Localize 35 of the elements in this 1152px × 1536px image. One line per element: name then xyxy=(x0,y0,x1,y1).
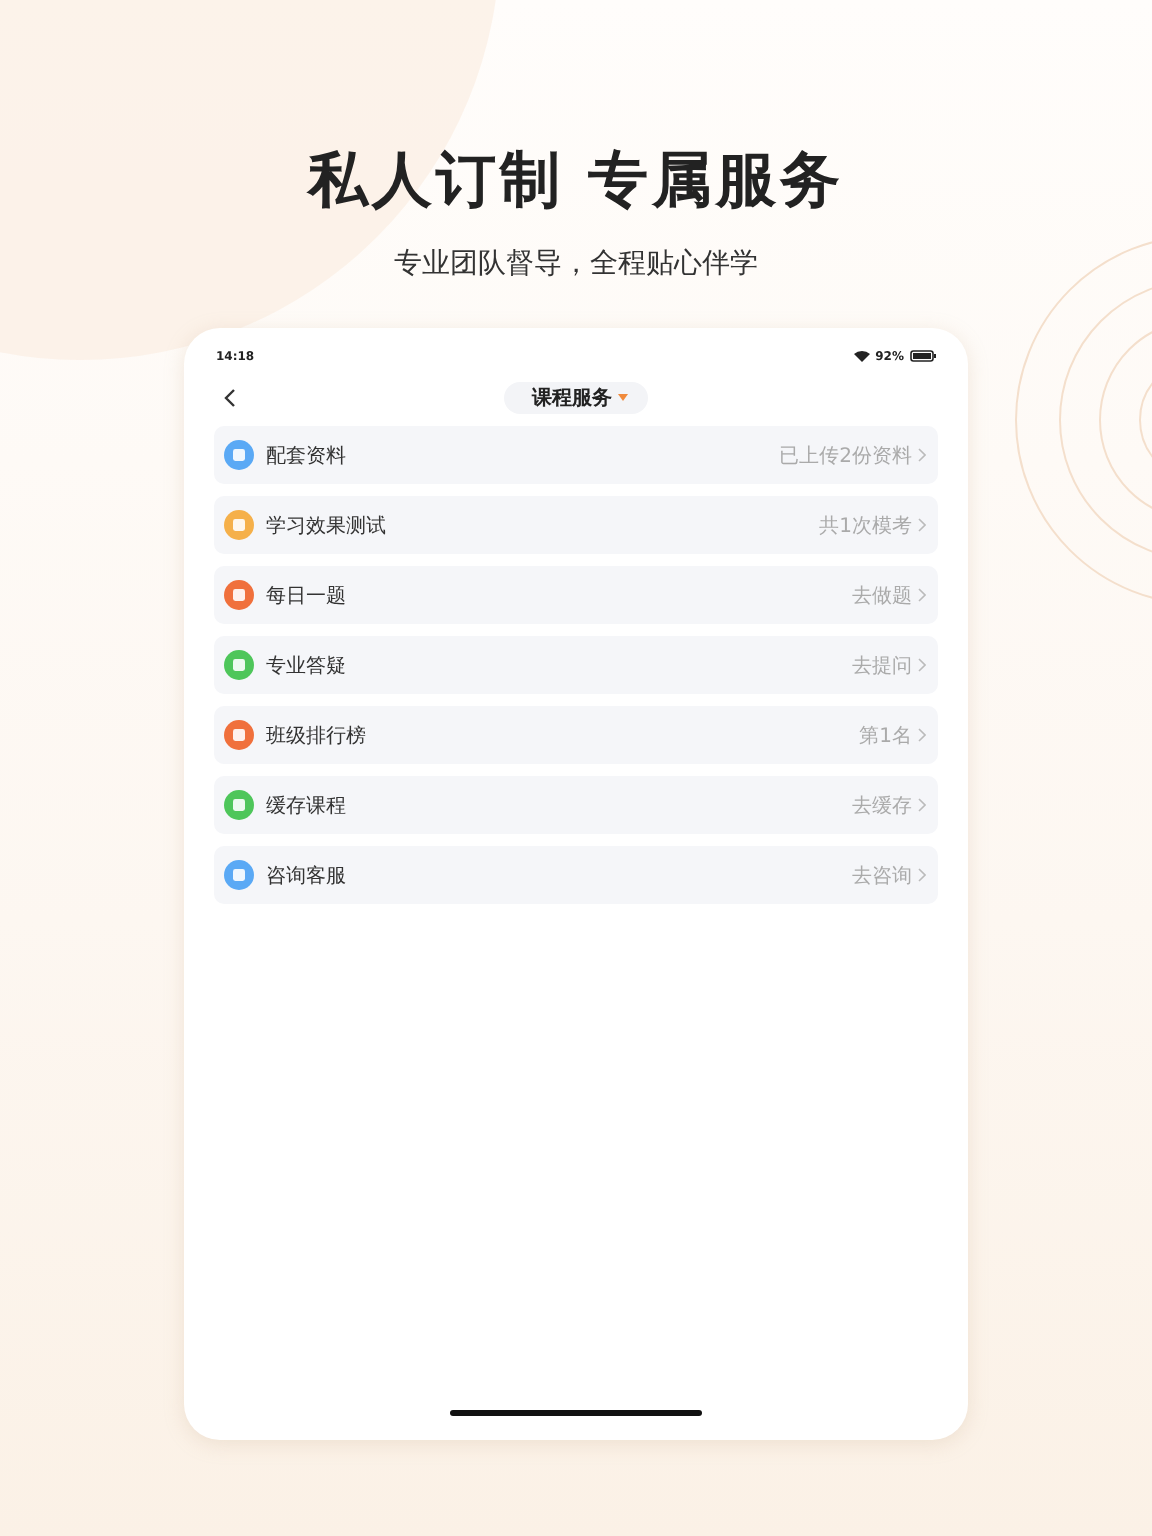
row-label: 缓存课程 xyxy=(266,793,348,819)
battery-icon xyxy=(910,350,936,362)
row-detail: 共1次模考 xyxy=(819,513,912,539)
row-label: 配套资料 xyxy=(266,443,348,469)
row-detail: 去提问 xyxy=(852,653,912,679)
chevron-icon xyxy=(918,448,926,462)
service-row[interactable]: 配套资料 已上传2份资料 xyxy=(214,426,938,484)
chevron-icon xyxy=(918,658,926,672)
chevron-icon xyxy=(918,518,926,532)
service-row[interactable]: 每日一题 去做题 xyxy=(214,566,938,624)
chevron-icon xyxy=(918,588,926,602)
row-label: 班级排行榜 xyxy=(266,723,368,749)
service-row[interactable]: 班级排行榜 第1名 xyxy=(214,706,938,764)
back-icon[interactable] xyxy=(224,388,236,408)
row-label: 每日一题 xyxy=(266,583,348,609)
chevron-icon xyxy=(918,798,926,812)
wifi-icon xyxy=(853,350,870,362)
chevron-icon xyxy=(918,868,926,882)
row-label: 学习效果测试 xyxy=(266,513,388,539)
service-row[interactable]: 专业答疑 去提问 xyxy=(214,636,938,694)
row-detail: 去做题 xyxy=(852,583,912,609)
row-detail: 第1名 xyxy=(859,723,912,749)
title-dropdown[interactable]: 课程服务 xyxy=(504,382,648,414)
subtitle: 专业团队督导，全程贴心伴学 xyxy=(394,246,758,284)
headline: 私人订制 专属服务 xyxy=(307,144,845,220)
row-detail: 已上传2份资料 xyxy=(779,443,912,469)
row-label: 咨询客服 xyxy=(266,863,348,889)
service-row[interactable]: 咨询客服 去咨询 xyxy=(214,846,938,904)
caret-icon xyxy=(618,394,628,402)
row-label: 专业答疑 xyxy=(266,653,348,679)
service-row[interactable]: 学习效果测试 共1次模考 xyxy=(214,496,938,554)
row-detail: 去咨询 xyxy=(852,863,912,889)
chevron-icon xyxy=(918,728,926,742)
row-detail: 去缓存 xyxy=(852,793,912,819)
service-row[interactable]: 缓存课程 去缓存 xyxy=(214,776,938,834)
